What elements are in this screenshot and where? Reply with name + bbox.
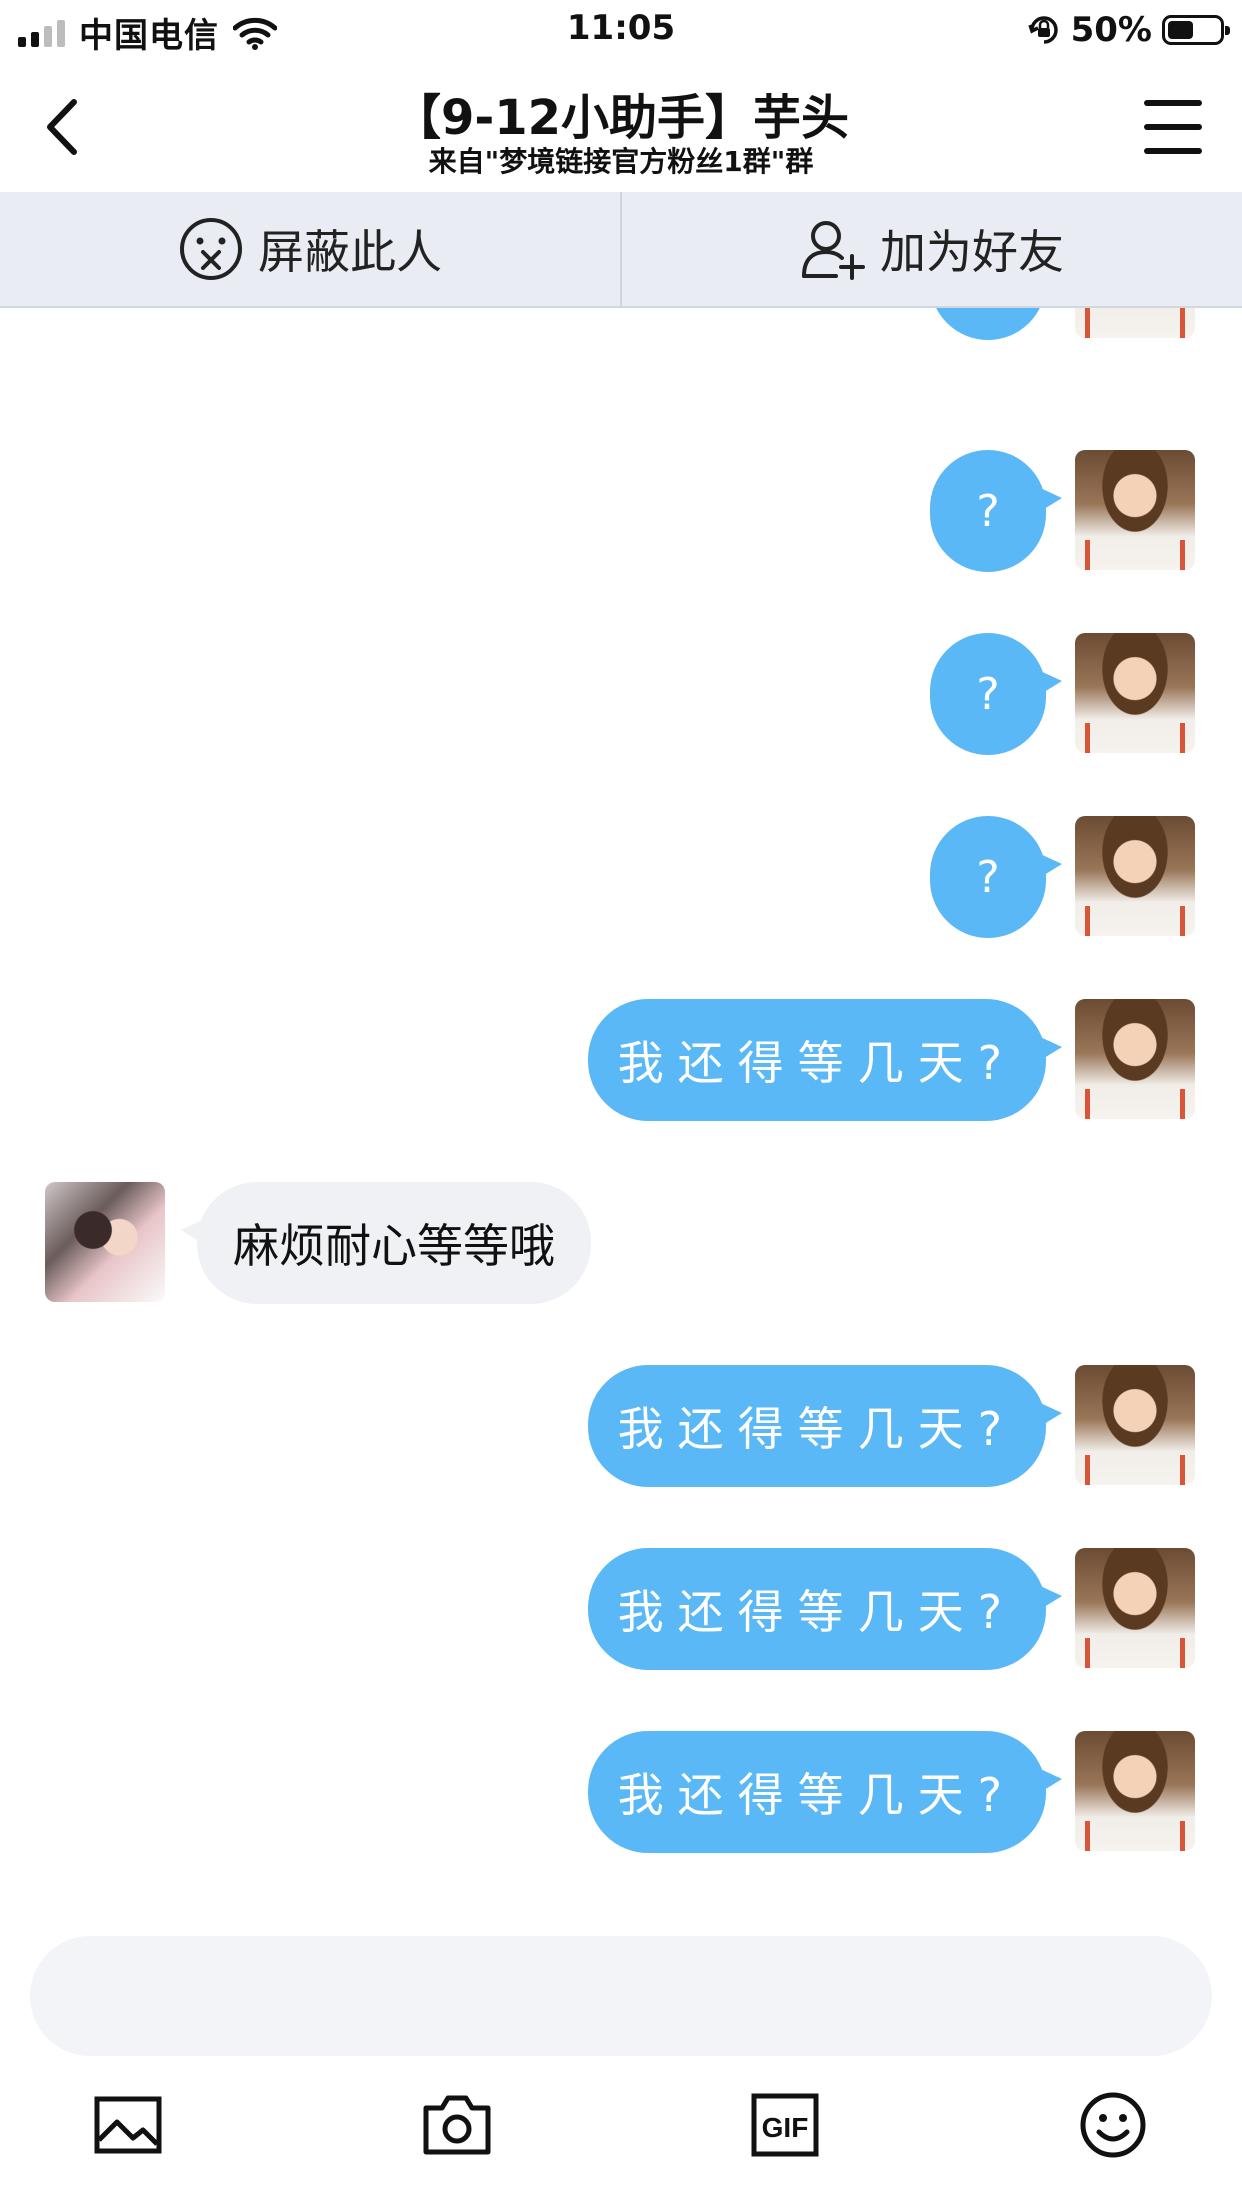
my-avatar[interactable] [1075, 1548, 1195, 1668]
action-bar: 屏蔽此人 加为好友 [0, 192, 1242, 308]
emoji-icon[interactable] [1078, 2090, 1148, 2160]
block-face-icon [180, 218, 242, 280]
message-bubble[interactable]: 我还得等几天? [587, 1731, 1063, 1853]
message-row: 我还得等几天? [0, 999, 1242, 1121]
message-bubble[interactable]: 麻烦耐心等等哦 [181, 1182, 591, 1304]
back-icon[interactable] [40, 94, 90, 160]
my-avatar[interactable] [1075, 816, 1195, 936]
message-bubble[interactable]: 我还得等几天? [587, 999, 1063, 1121]
message-bubble[interactable]: 我还得等几天? [587, 1365, 1063, 1487]
my-avatar[interactable] [1075, 999, 1195, 1119]
message-bubble[interactable]: ? [930, 816, 1062, 938]
message-row: ? [0, 308, 1242, 340]
nav-bar: 【9-12小助手】芋头 来自"梦境链接官方粉丝1群"群 [0, 64, 1242, 192]
my-avatar[interactable] [1075, 1365, 1195, 1485]
svg-text:GIF: GIF [762, 2112, 809, 2143]
battery-percent: 50% [1070, 10, 1152, 50]
my-avatar[interactable] [1075, 1731, 1195, 1851]
message-row: 我还得等几天? [0, 1365, 1242, 1487]
add-friend-label: 加为好友 [880, 225, 1064, 279]
image-icon[interactable] [93, 2090, 163, 2160]
message-row: ? [0, 633, 1242, 755]
message-bubble[interactable]: ? [930, 308, 1046, 340]
message-row: 麻烦耐心等等哦 [0, 1182, 1242, 1304]
status-bar: 中国电信 11:05 50% [0, 0, 1242, 64]
block-user-button[interactable]: 屏蔽此人 [0, 192, 620, 306]
add-friend-button[interactable]: 加为好友 [620, 192, 1242, 306]
menu-icon[interactable] [1144, 100, 1202, 154]
chat-subtitle: 来自"梦境链接官方粉丝1群"群 [428, 145, 814, 178]
add-user-icon [802, 221, 865, 280]
message-row: 我还得等几天? [0, 1731, 1242, 1853]
battery-icon [1162, 15, 1230, 45]
message-row: ? [0, 450, 1242, 572]
message-row: 我还得等几天? [0, 1548, 1242, 1670]
message-list[interactable]: ? ? ? ? 我还得等几天? 麻烦耐心等等哦 我还得等几天? 我还得等几天? … [0, 308, 1242, 1878]
message-row: ? [0, 816, 1242, 938]
message-bubble[interactable]: ? [930, 450, 1062, 572]
orientation-lock-icon [1027, 16, 1058, 44]
my-avatar[interactable] [1075, 308, 1195, 338]
gif-icon[interactable]: GIF [750, 2090, 820, 2160]
sender-avatar[interactable] [45, 1182, 165, 1302]
block-user-label: 屏蔽此人 [258, 225, 442, 279]
message-bubble[interactable]: 我还得等几天? [587, 1548, 1063, 1670]
input-toolbar: GIF [0, 2090, 1242, 2170]
camera-icon[interactable] [422, 2090, 492, 2160]
my-avatar[interactable] [1075, 450, 1195, 570]
message-input[interactable] [30, 1936, 1212, 2056]
chat-title: 【9-12小助手】芋头 [392, 90, 850, 146]
my-avatar[interactable] [1075, 633, 1195, 753]
message-bubble[interactable]: ? [930, 633, 1062, 755]
